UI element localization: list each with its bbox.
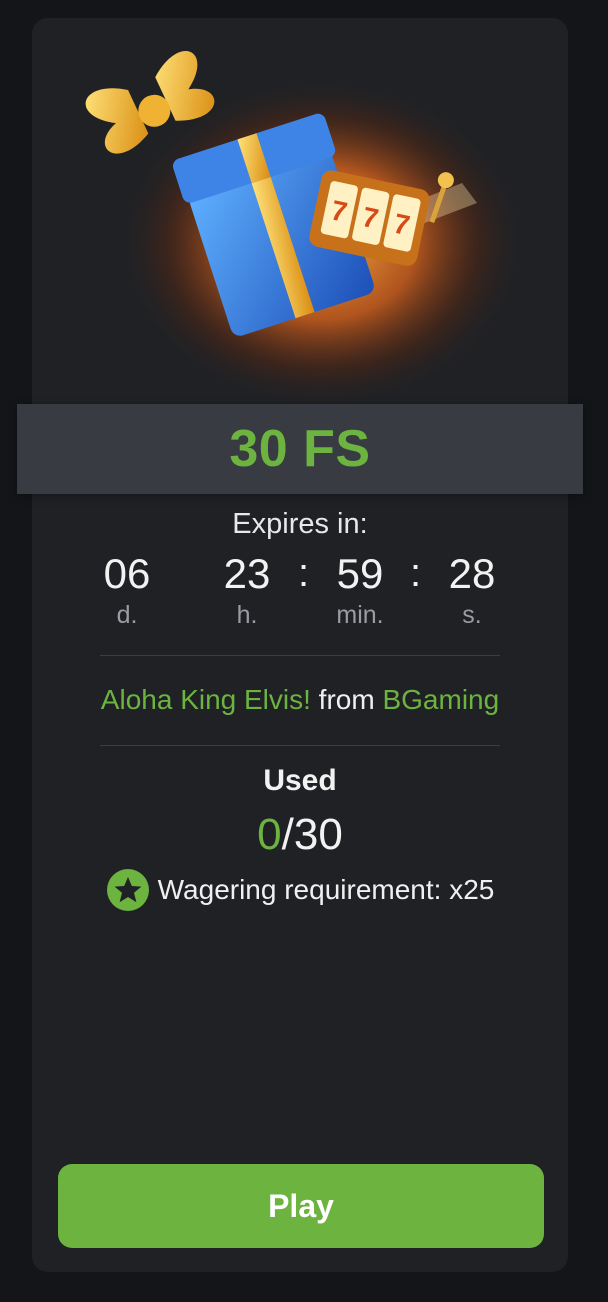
countdown-timer: 06 d. 23 h. : 59 min. : 28 s. [32,548,568,638]
seconds-unit: s. [462,601,482,629]
bonus-amount: 30 FS [229,420,371,478]
divider [100,655,500,656]
days-unit: d. [116,601,138,629]
play-button[interactable]: Play [58,1164,544,1248]
game-provider-connector: from [310,684,383,715]
spins-total-value: /30 [281,810,343,859]
countdown-seconds: 28 s. [412,548,532,630]
bonus-card: 7 7 7 [32,18,568,1272]
seconds-value: 28 [448,550,496,597]
hours-unit: h. [236,601,258,629]
spins-used-counter: 0/30 [32,810,568,860]
used-label: Used [263,764,337,797]
countdown-hours: 23 h. [187,548,307,630]
expires-label: Expires in: [232,508,368,540]
game-provider-link[interactable]: BGaming [382,684,499,715]
game-name-link[interactable]: Aloha King Elvis! [101,684,311,715]
minutes-value: 59 [336,550,384,597]
game-info: Aloha King Elvis! from BGaming [32,684,568,716]
hours-value: 23 [223,550,271,597]
bonus-amount-banner: 30 FS [17,404,583,494]
star-badge-icon [106,869,149,911]
wagering-requirement: Wagering requirement: x25 [32,868,568,912]
countdown-days: 06 d. [67,548,187,630]
divider [100,745,500,746]
days-value: 06 [103,550,151,597]
gift-slot-machine-illustration: 7 7 7 [85,51,532,408]
countdown-minutes: 59 min. [300,548,420,630]
wagering-requirement-text: Wagering requirement: x25 [157,874,495,905]
minutes-unit: min. [336,601,384,629]
spins-used-value: 0 [257,810,282,859]
